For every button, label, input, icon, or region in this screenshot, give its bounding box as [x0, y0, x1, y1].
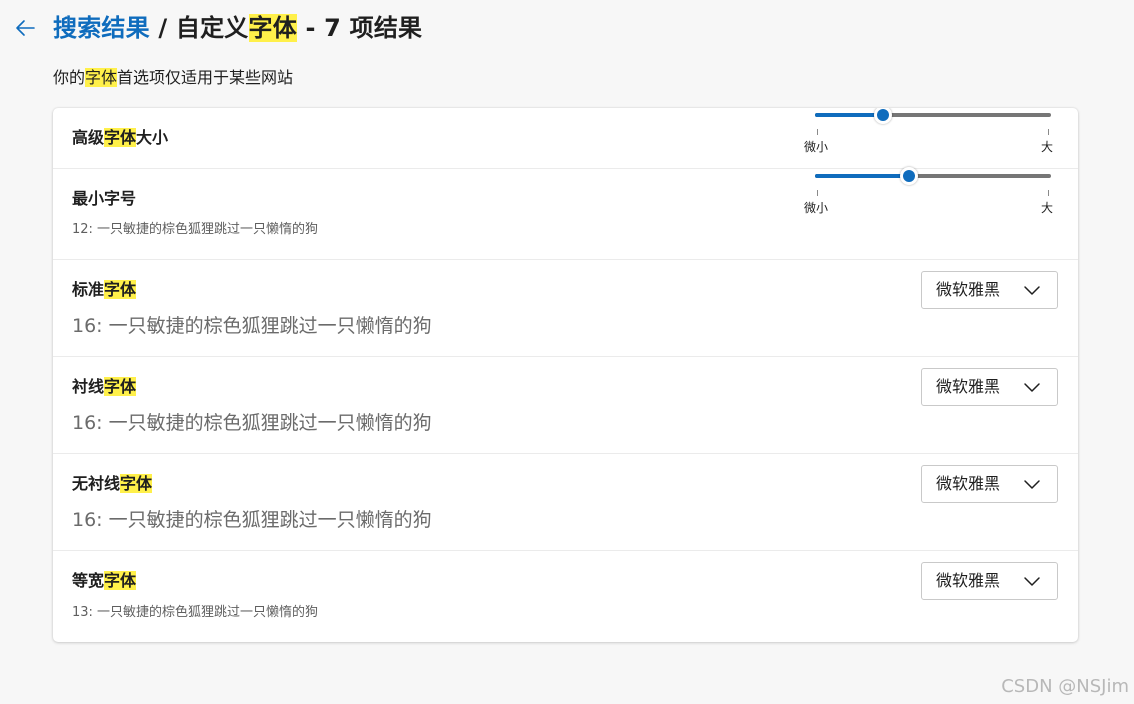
font-size-slider-thumb[interactable]: [874, 108, 892, 124]
standard-font-label-prefix: 标准: [72, 280, 105, 299]
standard-font-label-highlight: 字体: [104, 280, 137, 299]
standard-font-dropdown[interactable]: 微软雅黑: [921, 271, 1058, 309]
title-suffix: - 7 项结果: [296, 14, 423, 42]
standard-font-sample: 16: 一只敏捷的棕色狐狸跳过一只懒惰的狗: [72, 315, 432, 337]
chevron-down-icon: [1024, 577, 1040, 586]
sans-serif-font-sample: 16: 一只敏捷的棕色狐狸跳过一只懒惰的狗: [72, 509, 432, 531]
slider-max-label: 大: [1041, 201, 1054, 215]
title-highlight: 字体: [248, 14, 297, 42]
standard-font-label: 标准字体: [72, 278, 137, 302]
page-title: 搜索结果 / 自定义字体 - 7 项结果: [53, 11, 422, 45]
subtitle-highlight: 字体: [85, 68, 118, 87]
min-font-size-slider-track[interactable]: [815, 167, 1051, 185]
serif-font-label-prefix: 衬线: [72, 377, 105, 396]
subtitle-prefix: 你的: [53, 68, 86, 87]
min-font-size-slider-fill: [815, 174, 909, 178]
watermark: CSDN @NSJim: [1001, 676, 1129, 697]
min-font-size-slider[interactable]: 微小 大: [804, 167, 1054, 219]
setting-row-sans-serif-font: 无衬线字体 16: 一只敏捷的棕色狐狸跳过一只懒惰的狗 微软雅黑: [53, 454, 1078, 551]
sans-serif-font-label: 无衬线字体: [72, 472, 153, 496]
font-size-slider[interactable]: 微小 大: [804, 108, 1054, 158]
title-prefix: 自定义: [175, 14, 249, 42]
slider-min-label: 微小: [804, 201, 829, 215]
sans-serif-font-label-highlight: 字体: [120, 474, 153, 493]
setting-row-serif-font: 衬线字体 16: 一只敏捷的棕色狐狸跳过一只懒惰的狗 微软雅黑: [53, 357, 1078, 454]
font-size-label-highlight: 字体: [104, 128, 137, 147]
min-font-size-sample: 12: 一只敏捷的棕色狐狸跳过一只懒惰的狗: [72, 222, 319, 237]
min-font-size-slider-thumb[interactable]: [900, 167, 918, 185]
back-button[interactable]: [10, 13, 40, 43]
sans-serif-font-label-prefix: 无衬线: [72, 474, 121, 493]
monospace-font-dropdown[interactable]: 微软雅黑: [921, 562, 1058, 600]
font-size-label-prefix: 高级: [72, 128, 105, 147]
font-size-label-suffix: 大小: [136, 128, 169, 147]
slider-tick-max: [1048, 129, 1049, 135]
page-description: 你的字体首选项仅适用于某些网站: [53, 66, 293, 90]
monospace-font-label-prefix: 等宽: [72, 571, 105, 590]
serif-font-sample: 16: 一只敏捷的棕色狐狸跳过一只懒惰的狗: [72, 412, 432, 434]
font-settings-card: 高级字体大小 微小 大 最小字号 12: 一只敏捷的棕色狐狸跳过一只懒惰的狗 微…: [53, 108, 1078, 642]
min-font-size-label: 最小字号: [72, 189, 137, 208]
standard-font-dropdown-value: 微软雅黑: [936, 280, 1001, 299]
serif-font-dropdown[interactable]: 微软雅黑: [921, 368, 1058, 406]
serif-font-dropdown-value: 微软雅黑: [936, 377, 1001, 396]
font-size-slider-fill: [815, 113, 883, 117]
chevron-down-icon: [1024, 480, 1040, 489]
arrow-left-icon: [16, 20, 35, 36]
sans-serif-font-dropdown[interactable]: 微软雅黑: [921, 465, 1058, 503]
setting-row-font-size: 高级字体大小 微小 大: [53, 108, 1078, 169]
chevron-down-icon: [1024, 383, 1040, 392]
slider-tick-max: [1048, 190, 1049, 196]
setting-row-monospace-font: 等宽字体 13: 一只敏捷的棕色狐狸跳过一只懒惰的狗 微软雅黑: [53, 551, 1078, 642]
font-size-label: 高级字体大小: [72, 126, 168, 150]
font-size-slider-track[interactable]: [815, 108, 1051, 124]
setting-row-standard-font: 标准字体 16: 一只敏捷的棕色狐狸跳过一只懒惰的狗 微软雅黑: [53, 260, 1078, 357]
serif-font-label: 衬线字体: [72, 375, 137, 399]
breadcrumb-search-results[interactable]: 搜索结果: [53, 14, 150, 42]
monospace-font-sample: 13: 一只敏捷的棕色狐狸跳过一只懒惰的狗: [72, 605, 319, 620]
sans-serif-font-dropdown-value: 微软雅黑: [936, 474, 1001, 493]
slider-tick-min: [817, 129, 818, 135]
monospace-font-label-highlight: 字体: [104, 571, 137, 590]
monospace-font-dropdown-value: 微软雅黑: [936, 571, 1001, 590]
chevron-down-icon: [1024, 286, 1040, 295]
slider-max-label: 大: [1041, 140, 1054, 154]
setting-row-min-font-size: 最小字号 12: 一只敏捷的棕色狐狸跳过一只懒惰的狗 微小 大: [53, 167, 1078, 260]
slider-tick-min: [817, 190, 818, 196]
breadcrumb-separator: /: [149, 14, 176, 42]
serif-font-label-highlight: 字体: [104, 377, 137, 396]
monospace-font-label: 等宽字体: [72, 569, 137, 593]
slider-min-label: 微小: [804, 140, 829, 154]
subtitle-suffix: 首选项仅适用于某些网站: [117, 68, 294, 87]
